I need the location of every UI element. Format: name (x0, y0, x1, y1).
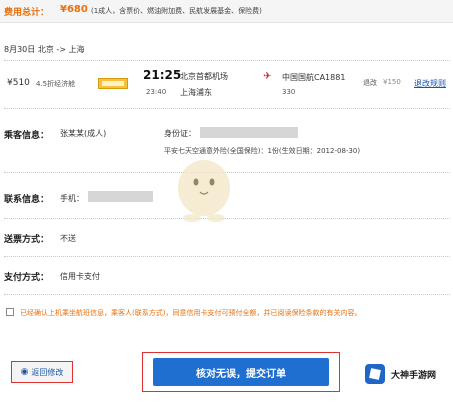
mascot-watermark-icon (178, 160, 230, 222)
delivery-value: 不送 (60, 234, 76, 243)
arrival-airport: 上海浦东 (180, 88, 212, 97)
route-date: 8月30日 (4, 45, 36, 54)
back-modify-label: 返回修改 (31, 367, 64, 377)
id-card-label: 身份证： (164, 129, 196, 138)
passenger-name: 张某某(成人) (60, 129, 107, 138)
agreement-checkbox[interactable] (6, 308, 14, 316)
submit-order-button[interactable]: 核对无误，提交订单 (153, 358, 329, 386)
refund-label: 退改 (363, 79, 377, 87)
brand-watermark-text: 大神手游网 (391, 371, 437, 381)
fee-label: 费用总计： (4, 8, 50, 18)
submit-order-label: 核对无误，提交订单 (196, 368, 286, 380)
phone-number-redacted (88, 191, 153, 202)
phone-label: 手机： (60, 194, 84, 203)
divider (4, 108, 450, 109)
payment-section-label: 支付方式： (4, 273, 50, 283)
submit-highlight-frame: 核对无误，提交订单 (142, 352, 340, 392)
contact-section-label: 联系信息： (4, 195, 50, 205)
arrival-time: 23:40 (146, 88, 167, 96)
divider (4, 294, 450, 295)
id-number-redacted (200, 127, 298, 138)
refund-price: ¥150 (383, 78, 401, 86)
fee-amount: ¥680 (60, 4, 88, 15)
delivery-section-label: 送票方式： (4, 235, 50, 245)
route-from: 北京 (37, 45, 54, 54)
flight-discount: 4.5折经济舱 (36, 80, 76, 88)
refund-rule-link[interactable]: 退改规则 (414, 78, 446, 89)
back-arrow-icon: ◉ (20, 367, 29, 377)
departure-time: 21:25 (143, 68, 182, 82)
passenger-section-label: 乘客信息： (4, 131, 50, 141)
divider (4, 256, 450, 257)
aircraft-type: 330 (282, 88, 296, 96)
route-to: 上海 (68, 45, 85, 54)
airline-flight-number: 中国国航CA1881 (282, 73, 346, 82)
fee-note: (1成人，含票价、燃油附加费、民航发展基金、保险费) (91, 7, 262, 15)
route-summary: 8月30日 北京 -> 上海 (4, 44, 85, 55)
flight-price: ¥510 (7, 78, 30, 88)
route-arrow: -> (56, 45, 66, 54)
payment-value: 信用卡支付 (60, 272, 100, 281)
divider (4, 60, 450, 61)
flight-badge-icon (98, 78, 128, 89)
airline-logo-icon: ✈ (263, 71, 272, 82)
agreement-text: 已经确认上机乘坐航班信息，乘客人(联系方式)，同意信用卡支付可预付全额，并已阅读… (20, 309, 362, 317)
departure-airport: 北京首都机场 (180, 72, 228, 81)
brand-logo-icon (365, 364, 385, 384)
back-modify-button[interactable]: ◉ 返回修改 (11, 361, 73, 383)
